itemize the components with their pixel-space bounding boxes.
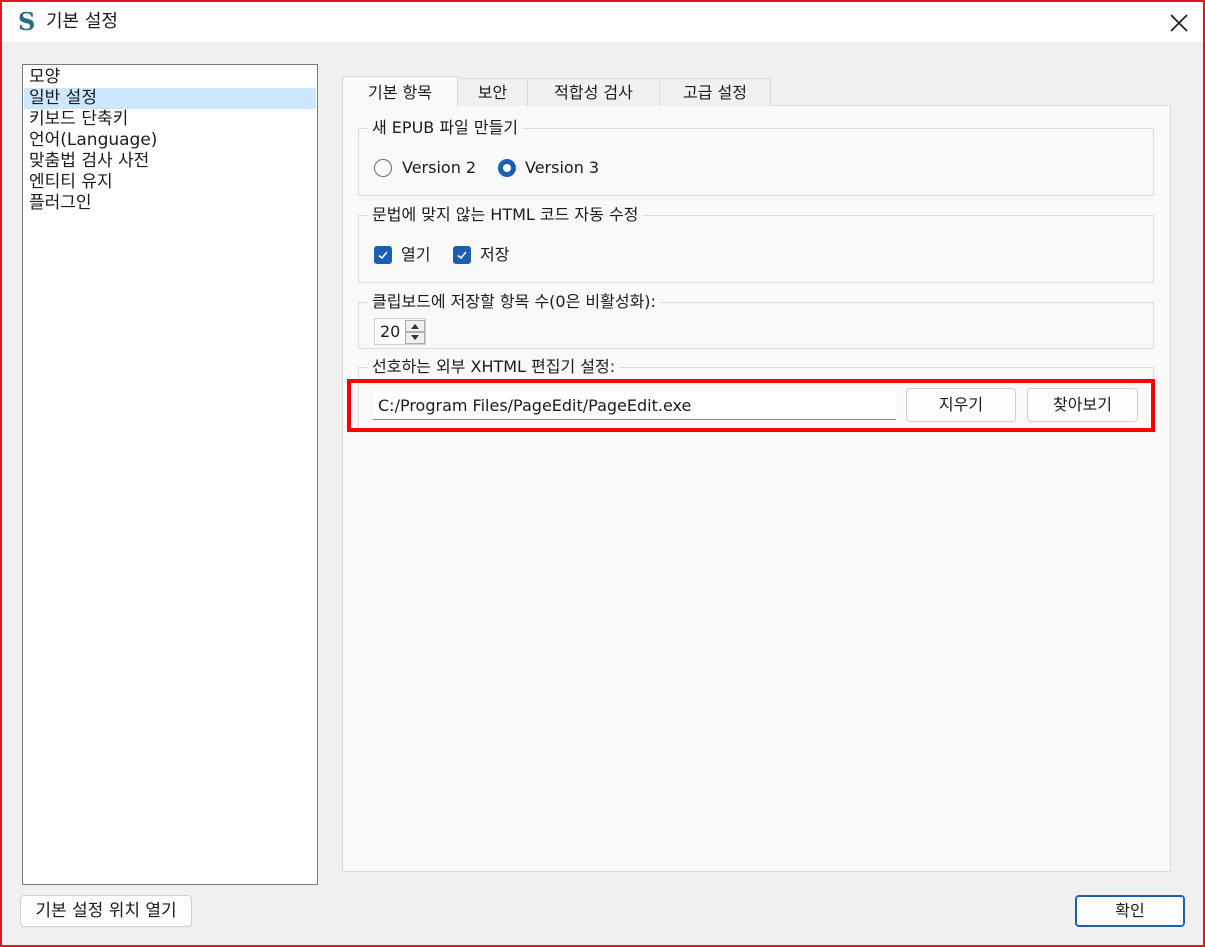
radio-version-3[interactable] xyxy=(498,159,516,177)
sidebar-item-spellcheck-dictionaries[interactable]: 맞춤법 검사 사전 xyxy=(24,151,316,172)
ok-button[interactable]: 확인 xyxy=(1075,895,1185,927)
radio-version-2[interactable] xyxy=(374,159,392,177)
checkmark-icon xyxy=(378,251,388,260)
html-autofix-group-title: 문법에 맞지 않는 HTML 코드 자동 수정 xyxy=(368,205,643,225)
radio-version-3-label: Version 3 xyxy=(525,158,600,177)
checkbox-open[interactable] xyxy=(374,246,392,264)
tab-security[interactable]: 보안 xyxy=(457,78,528,106)
epub-version-group xyxy=(358,128,1154,196)
spin-up-button[interactable] xyxy=(405,320,425,332)
checkmark-icon xyxy=(457,251,467,260)
radio-version-2-label: Version 2 xyxy=(402,158,477,177)
external-editor-group-title: 선호하는 외부 XHTML 편집기 설정: xyxy=(368,357,620,377)
editor-path-input[interactable] xyxy=(373,391,896,420)
clipboard-count-value[interactable]: 20 xyxy=(380,322,400,342)
sidebar-item-language[interactable]: 언어(Language) xyxy=(24,130,316,151)
clipboard-count-spinbox[interactable]: 20 xyxy=(374,318,426,345)
window-title: 기본 설정 xyxy=(46,11,118,32)
epub-group-title: 새 EPUB 파일 만들기 xyxy=(368,118,523,138)
arrow-up-icon xyxy=(411,324,419,329)
html-autofix-group xyxy=(358,215,1154,283)
checkbox-save-label: 저장 xyxy=(480,245,510,264)
sidebar-item-preserve-entities[interactable]: 엔티티 유지 xyxy=(24,172,316,193)
tab-validation[interactable]: 적합성 검사 xyxy=(527,78,660,106)
clipboard-group-title: 클립보드에 저장할 항목 수(0은 비활성화): xyxy=(368,292,660,312)
close-button[interactable] xyxy=(1162,6,1196,40)
sidebar-item-appearance[interactable]: 모양 xyxy=(24,67,316,88)
category-list[interactable]: 모양 일반 설정 키보드 단축키 언어(Language) 맞춤법 검사 사전 … xyxy=(22,64,318,885)
close-icon xyxy=(1170,14,1188,32)
app-logo-icon: S xyxy=(18,7,36,36)
sidebar-item-keyboard-shortcuts[interactable]: 키보드 단축키 xyxy=(24,109,316,130)
arrow-down-icon xyxy=(411,335,419,340)
tab-advanced[interactable]: 고급 설정 xyxy=(659,78,771,106)
open-preferences-location-button[interactable]: 기본 설정 위치 열기 xyxy=(20,895,192,927)
title-bar: S 기본 설정 xyxy=(2,2,1203,42)
spin-down-button[interactable] xyxy=(405,332,425,344)
sidebar-item-plugins[interactable]: 플러그인 xyxy=(24,193,316,214)
tab-general[interactable]: 기본 항목 xyxy=(342,76,458,107)
browse-button[interactable]: 찾아보기 xyxy=(1027,388,1138,422)
checkbox-save[interactable] xyxy=(453,246,471,264)
sidebar-item-general[interactable]: 일반 설정 xyxy=(24,88,316,109)
preferences-dialog: S 기본 설정 모양 일반 설정 키보드 단축키 언어(Language) 맞춤… xyxy=(2,2,1203,945)
clear-button[interactable]: 지우기 xyxy=(906,388,1016,422)
checkbox-open-label: 열기 xyxy=(401,245,431,264)
